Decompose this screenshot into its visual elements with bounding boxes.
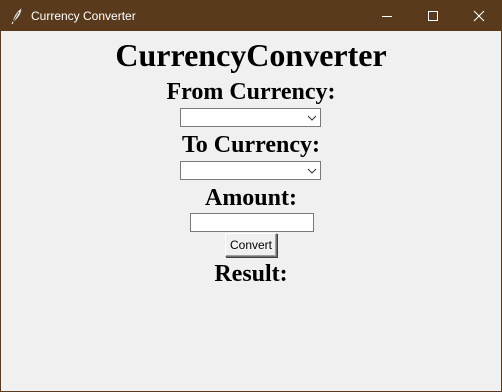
- to-currency-select[interactable]: [180, 161, 321, 180]
- convert-button[interactable]: Convert: [225, 233, 277, 257]
- window-title: Currency Converter: [31, 9, 136, 23]
- to-currency-label: To Currency:: [182, 132, 320, 158]
- chevron-down-icon: [307, 115, 317, 121]
- feather-icon: [10, 8, 24, 25]
- amount-input[interactable]: [190, 213, 314, 232]
- from-currency-select[interactable]: [180, 108, 321, 127]
- close-icon: [473, 10, 485, 22]
- app-heading: CurrencyConverter: [115, 37, 387, 73]
- result-label: Result:: [214, 261, 288, 287]
- main-content: CurrencyConverter From Currency: To Curr…: [1, 31, 501, 391]
- minimize-icon: [382, 16, 392, 17]
- amount-label: Amount:: [204, 185, 297, 211]
- chevron-down-icon: [307, 168, 317, 174]
- maximize-button[interactable]: [410, 1, 456, 31]
- close-button[interactable]: [456, 1, 502, 31]
- from-currency-label: From Currency:: [166, 79, 336, 105]
- title-bar[interactable]: Currency Converter: [1, 1, 501, 31]
- minimize-button[interactable]: [364, 1, 410, 31]
- maximize-icon: [428, 11, 438, 21]
- app-window: Currency Converter CurrencyConverter Fro…: [0, 0, 502, 392]
